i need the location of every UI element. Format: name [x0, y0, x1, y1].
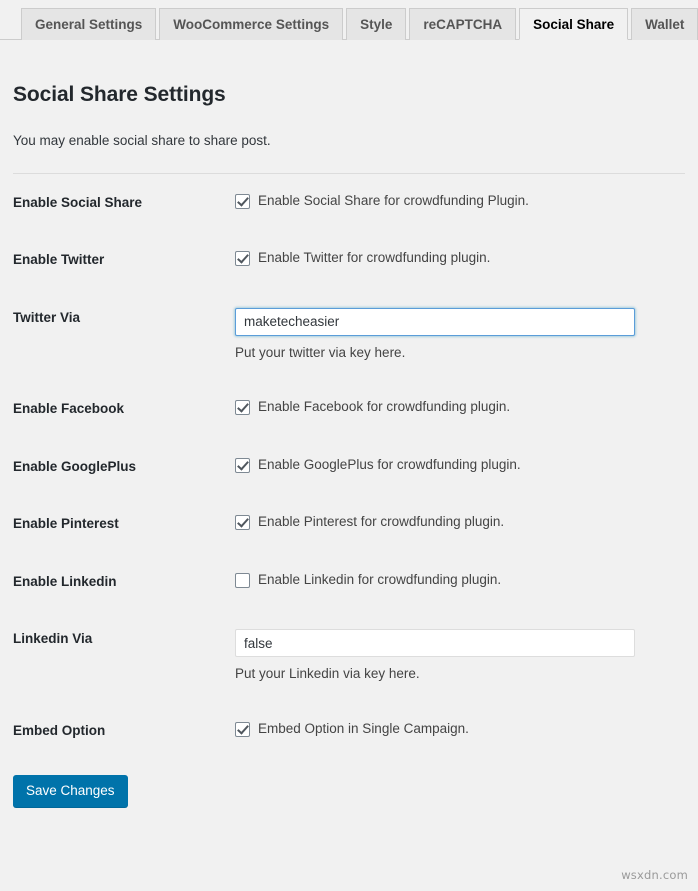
- checkbox-label-enable-social-share[interactable]: Enable Social Share for crowdfunding Plu…: [258, 193, 529, 209]
- form-actions: Save Changes: [13, 760, 685, 808]
- checkbox-label-enable-facebook[interactable]: Enable Facebook for crowdfunding plugin.: [258, 399, 510, 415]
- input-twitter-via[interactable]: [235, 308, 635, 336]
- page-description: You may enable social share to share pos…: [13, 132, 685, 150]
- checkbox-enable-social-share[interactable]: [235, 194, 250, 209]
- checkbox-enable-twitter[interactable]: [235, 251, 250, 266]
- field-label-enable-social-share: Enable Social Share: [13, 174, 235, 232]
- field-control-embed-option: Embed Option in Single Campaign.: [235, 702, 685, 760]
- checkbox-row-enable-linkedin[interactable]: Enable Linkedin for crowdfunding plugin.: [235, 572, 675, 588]
- form-row-enable-pinterest: Enable Pinterest Enable Pinterest for cro…: [13, 495, 685, 553]
- social-share-settings-form: Enable Social Share Enable Social Share f…: [13, 174, 685, 760]
- form-row-embed-option: Embed Option Embed Option in Single Campa…: [13, 702, 685, 760]
- settings-page: Social Share Settings You may enable soc…: [0, 83, 698, 807]
- tab-social-share[interactable]: Social Share: [519, 8, 628, 40]
- checkbox-embed-option[interactable]: [235, 722, 250, 737]
- checkbox-label-enable-linkedin[interactable]: Enable Linkedin for crowdfunding plugin.: [258, 572, 501, 588]
- checkbox-row-enable-social-share[interactable]: Enable Social Share for crowdfunding Plu…: [235, 193, 675, 209]
- checkbox-label-enable-pinterest[interactable]: Enable Pinterest for crowdfunding plugin…: [258, 514, 504, 530]
- checkbox-row-enable-twitter[interactable]: Enable Twitter for crowdfunding plugin.: [235, 250, 675, 266]
- tab-style[interactable]: Style: [346, 8, 406, 40]
- form-row-enable-linkedin: Enable Linkedin Enable Linkedin for crowd…: [13, 553, 685, 611]
- field-label-enable-pinterest: Enable Pinterest: [13, 495, 235, 553]
- field-control-enable-linkedin: Enable Linkedin for crowdfunding plugin.: [235, 553, 685, 611]
- settings-tab-bar: General SettingsWooCommerce SettingsStyl…: [0, 0, 698, 40]
- field-label-embed-option: Embed Option: [13, 702, 235, 760]
- field-control-twitter-via: Put your twitter via key here.: [235, 289, 685, 381]
- field-control-linkedin-via: Put your Linkedin via key here.: [235, 610, 685, 702]
- checkbox-enable-facebook[interactable]: [235, 400, 250, 415]
- form-row-enable-twitter: Enable Twitter Enable Twitter for crowdfu…: [13, 231, 685, 289]
- tab-recaptcha[interactable]: reCAPTCHA: [409, 8, 516, 40]
- field-label-enable-googleplus: Enable GooglePlus: [13, 438, 235, 496]
- field-control-enable-facebook: Enable Facebook for crowdfunding plugin.: [235, 380, 685, 438]
- field-help-linkedin-via: Put your Linkedin via key here.: [235, 665, 675, 683]
- form-row-enable-googleplus: Enable GooglePlus Enable GooglePlus for c…: [13, 438, 685, 496]
- site-watermark: wsxdn.com: [621, 868, 688, 882]
- checkbox-label-enable-twitter[interactable]: Enable Twitter for crowdfunding plugin.: [258, 250, 490, 266]
- checkbox-label-enable-googleplus[interactable]: Enable GooglePlus for crowdfunding plugi…: [258, 457, 521, 473]
- field-control-enable-twitter: Enable Twitter for crowdfunding plugin.: [235, 231, 685, 289]
- field-control-enable-social-share: Enable Social Share for crowdfunding Plu…: [235, 174, 685, 232]
- checkbox-enable-linkedin[interactable]: [235, 573, 250, 588]
- save-changes-button[interactable]: Save Changes: [13, 775, 128, 808]
- form-row-linkedin-via: Linkedin ViaPut your Linkedin via key he…: [13, 610, 685, 702]
- field-label-enable-linkedin: Enable Linkedin: [13, 553, 235, 611]
- checkbox-row-enable-facebook[interactable]: Enable Facebook for crowdfunding plugin.: [235, 399, 675, 415]
- field-control-enable-googleplus: Enable GooglePlus for crowdfunding plugi…: [235, 438, 685, 496]
- form-row-enable-facebook: Enable Facebook Enable Facebook for crowd…: [13, 380, 685, 438]
- field-help-twitter-via: Put your twitter via key here.: [235, 344, 675, 362]
- checkbox-row-enable-pinterest[interactable]: Enable Pinterest for crowdfunding plugin…: [235, 514, 675, 530]
- form-row-enable-social-share: Enable Social Share Enable Social Share f…: [13, 174, 685, 232]
- checkbox-row-embed-option[interactable]: Embed Option in Single Campaign.: [235, 721, 675, 737]
- checkbox-enable-pinterest[interactable]: [235, 515, 250, 530]
- checkbox-label-embed-option[interactable]: Embed Option in Single Campaign.: [258, 721, 469, 737]
- tab-wallet[interactable]: Wallet: [631, 8, 698, 40]
- tab-general-settings[interactable]: General Settings: [21, 8, 156, 40]
- checkbox-enable-googleplus[interactable]: [235, 458, 250, 473]
- checkbox-row-enable-googleplus[interactable]: Enable GooglePlus for crowdfunding plugi…: [235, 457, 675, 473]
- page-title: Social Share Settings: [13, 83, 685, 106]
- field-label-enable-twitter: Enable Twitter: [13, 231, 235, 289]
- tab-woocommerce-settings[interactable]: WooCommerce Settings: [159, 8, 343, 40]
- input-linkedin-via[interactable]: [235, 629, 635, 657]
- field-control-enable-pinterest: Enable Pinterest for crowdfunding plugin…: [235, 495, 685, 553]
- form-row-twitter-via: Twitter ViaPut your twitter via key here…: [13, 289, 685, 381]
- field-label-enable-facebook: Enable Facebook: [13, 380, 235, 438]
- field-label-twitter-via: Twitter Via: [13, 289, 235, 381]
- field-label-linkedin-via: Linkedin Via: [13, 610, 235, 702]
